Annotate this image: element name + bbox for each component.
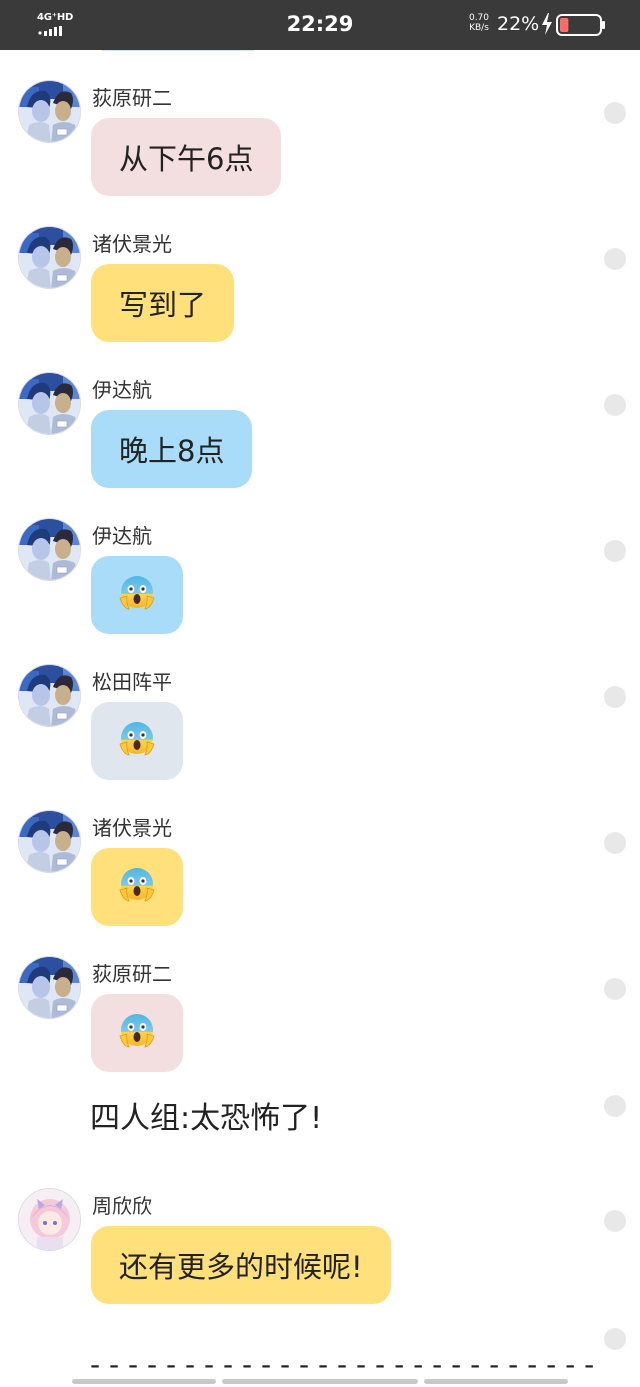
battery-percent: 22% [497,13,540,35]
select-circle[interactable] [604,832,626,854]
dashed-divider: - - - - - - - - - - - - - - - - - - - - … [90,1348,595,1381]
anime-avatar[interactable] [18,810,81,873]
sender-name: 诸伏景光 [92,232,172,256]
sender-name: 伊达航 [92,378,152,402]
sender-name: 松田阵平 [92,670,172,694]
narration-text: 四人组:太恐怖了! [90,1101,323,1136]
message-text: 从下午6点 [119,142,254,176]
previous-bubble-edge [102,50,254,51]
select-circle[interactable] [604,102,626,124]
sender-name: 伊达航 [92,524,152,548]
anime-avatar[interactable] [18,956,81,1019]
anime-avatar[interactable] [18,80,81,143]
bottom-bar-segment [222,1379,418,1384]
sender-name: 荻原研二 [92,86,172,110]
sender-name: 周欣欣 [92,1194,152,1218]
chat-area[interactable]: 荻原研二 从下午6点 诸伏景光 写到了 伊达航 晚上8点 伊达航 松田阵平 诸伏景光 荻原研二 四… [0,50,640,1387]
select-circle[interactable] [604,1210,626,1232]
emoji-bubble[interactable] [91,702,183,780]
anime-avatar[interactable] [18,518,81,581]
message-bubble[interactable]: 晚上8点 [91,410,253,488]
battery-icon [556,14,605,36]
message-text: 写到了 [119,288,207,322]
screaming-face-emoji-icon [117,1010,157,1057]
status-bar: 4G⁺HD 22:29 0.70 KB/s 22% [0,0,640,50]
message-bubble[interactable]: 写到了 [91,264,235,342]
message-bubble[interactable]: 从下午6点 [91,118,282,196]
sender-name: 荻原研二 [92,962,172,986]
anime-avatar[interactable] [18,226,81,289]
select-circle[interactable] [604,1328,626,1350]
screaming-face-emoji-icon [117,718,157,765]
emoji-bubble[interactable] [91,848,183,926]
network-speed: 0.70 KB/s [468,13,490,33]
select-circle[interactable] [604,1095,626,1117]
select-circle[interactable] [604,248,626,270]
sender-name: 诸伏景光 [92,816,172,840]
screaming-face-emoji-icon [117,864,157,911]
emoji-bubble[interactable] [91,556,183,634]
anime-avatar[interactable] [18,664,81,727]
message-bubble[interactable]: 还有更多的时候呢! [91,1226,391,1304]
message-text: 晚上8点 [119,434,225,468]
message-text: 还有更多的时候呢! [119,1250,363,1284]
screaming-face-emoji-icon [117,572,157,619]
bottom-bar-segment [424,1379,568,1384]
charging-bolt-icon [542,13,552,35]
emoji-bubble[interactable] [91,994,183,1072]
select-circle[interactable] [604,394,626,416]
bottom-bar-segment [72,1379,216,1384]
select-circle[interactable] [604,686,626,708]
select-circle[interactable] [604,540,626,562]
anime-girl-avatar[interactable] [18,1188,81,1251]
select-circle[interactable] [604,978,626,1000]
anime-avatar[interactable] [18,372,81,435]
